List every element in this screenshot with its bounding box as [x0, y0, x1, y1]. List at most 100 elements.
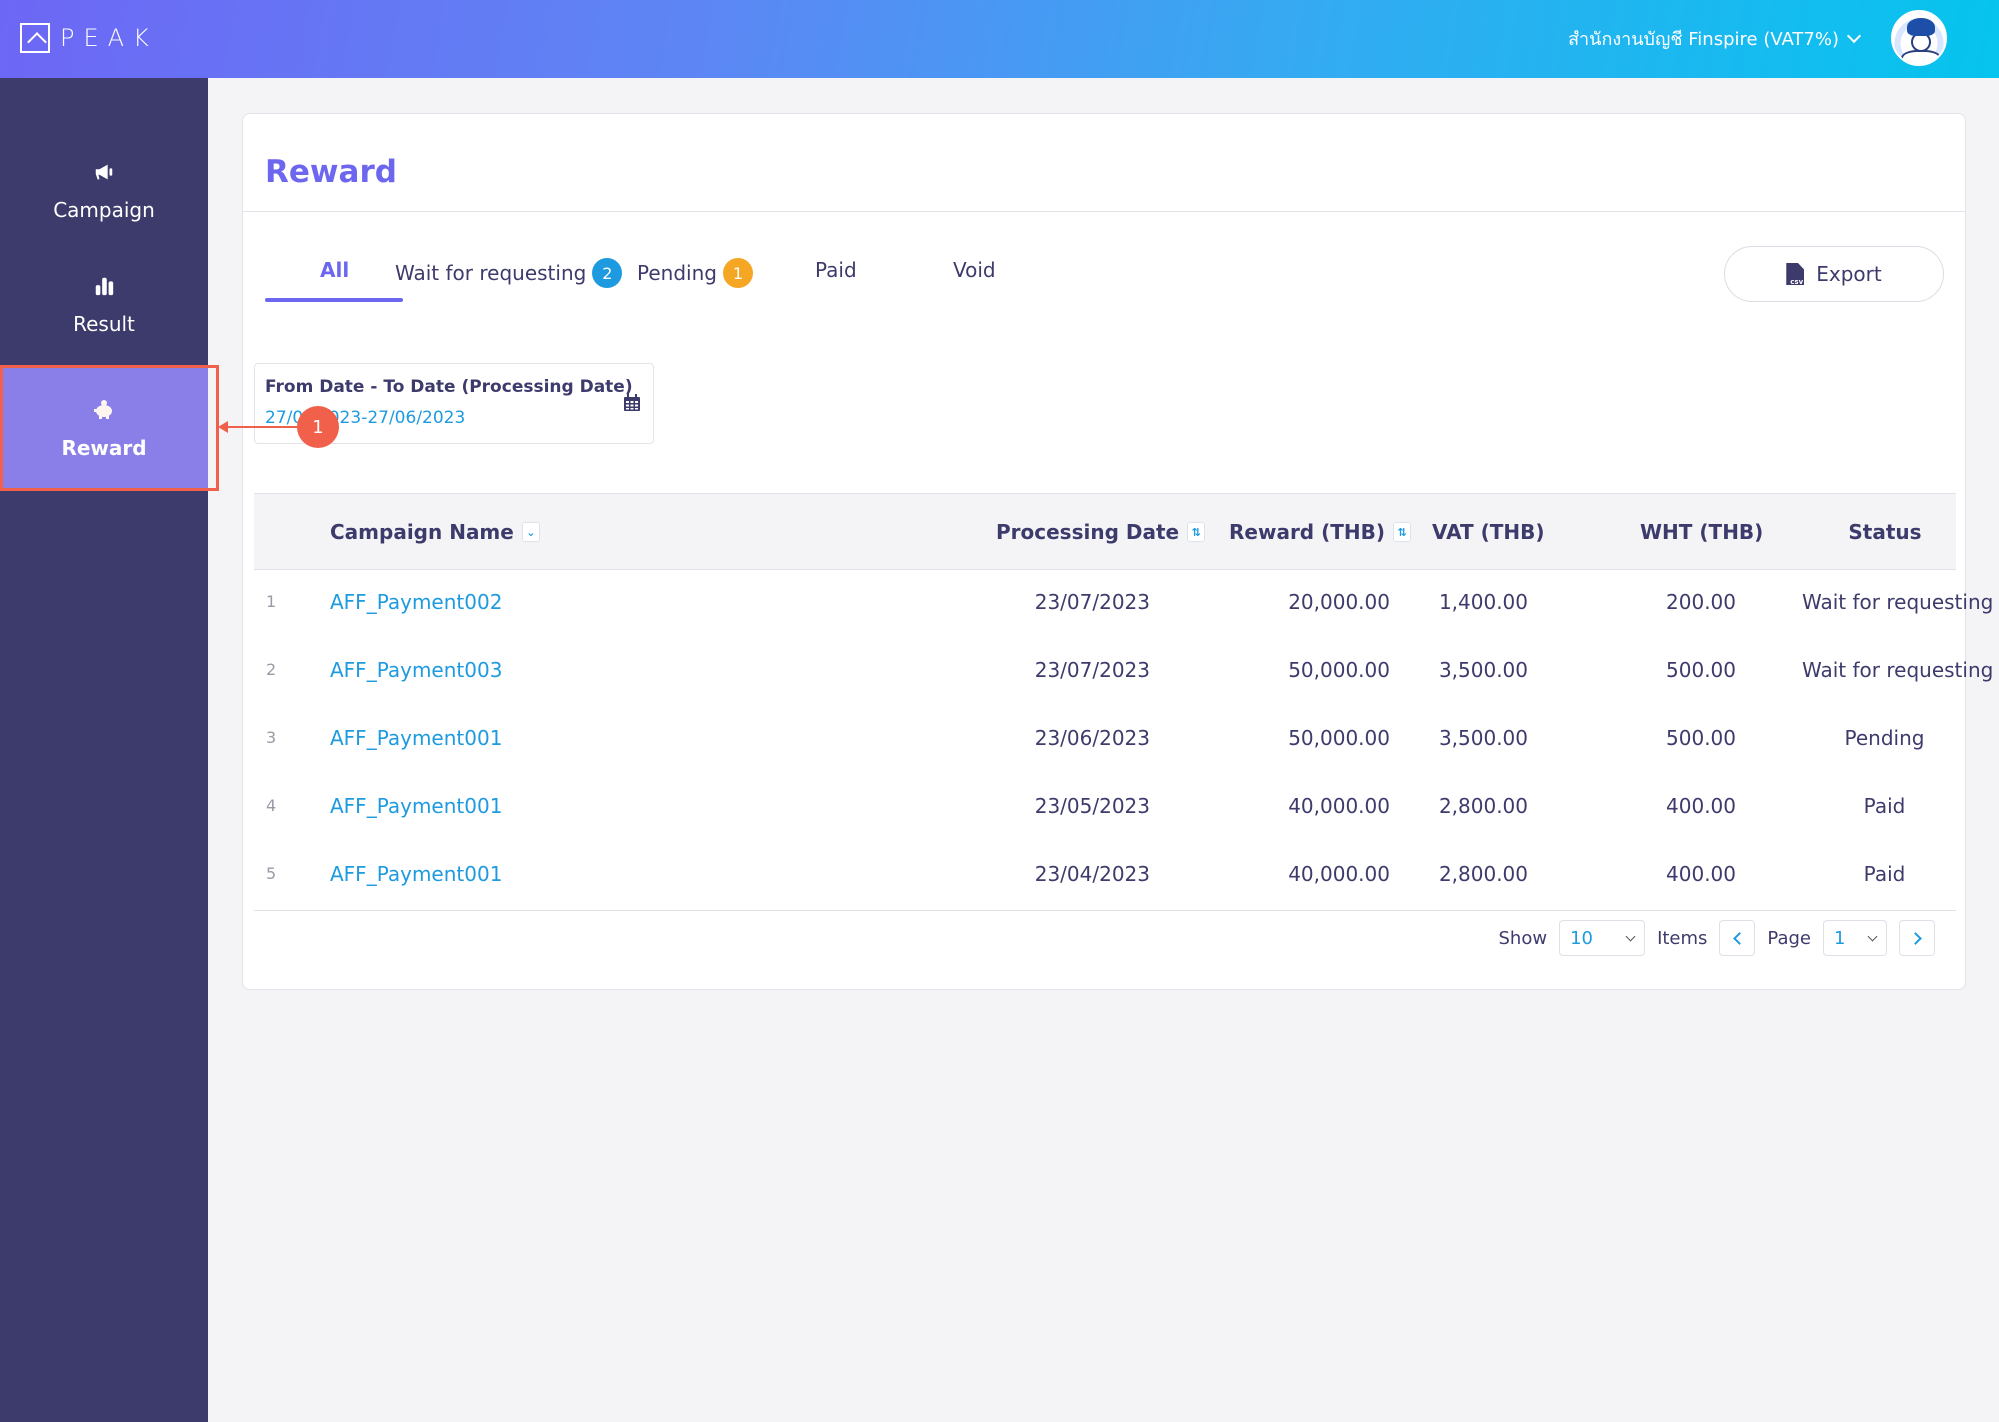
cell-reward: 50,000.00	[1288, 658, 1390, 682]
sidebar-item-result[interactable]: Result	[0, 274, 208, 364]
cell-no: 3	[266, 728, 277, 747]
sidebar: Campaign Result Reward	[0, 78, 208, 1422]
page-title: Reward	[265, 154, 397, 190]
column-reward: Reward (THB) ⇅	[1229, 520, 1411, 544]
cell-reward: 20,000.00	[1288, 590, 1390, 614]
column-label: WHT (THB)	[1640, 520, 1764, 544]
chevron-left-icon	[1733, 931, 1746, 945]
date-range-value: 27/0?/2023-27/06/2023	[265, 408, 466, 428]
tab-all[interactable]: All	[320, 258, 349, 282]
page-select[interactable]: 1	[1823, 920, 1887, 956]
sidebar-item-label: Result	[73, 312, 135, 336]
active-tab-indicator	[265, 298, 403, 302]
cell-vat: 3,500.00	[1438, 658, 1528, 682]
cell-date: 23/05/2023	[1034, 794, 1150, 818]
column-label: Status	[1848, 520, 1922, 544]
cell-date: 23/04/2023	[1034, 862, 1150, 886]
count-badge: 2	[592, 258, 623, 288]
logo-mark-icon	[20, 23, 50, 53]
cell-wht: 500.00	[1666, 658, 1736, 682]
table-row: 3 AFF_Payment001 23/06/2023 50,000.00 3,500.…	[254, 706, 1956, 774]
avatar-hair	[1907, 18, 1935, 36]
sidebar-item-label: Campaign	[53, 198, 155, 222]
column-label: Reward (THB)	[1229, 520, 1385, 544]
cell-date: 23/06/2023	[1034, 726, 1150, 750]
cell-no: 4	[266, 796, 277, 815]
cell-wht: 200.00	[1666, 590, 1736, 614]
cell-status: Pending	[1844, 726, 1925, 750]
tab-label: Wait for requesting	[395, 261, 587, 285]
csv-file-icon: csv	[1786, 263, 1805, 285]
column-status: Status	[1821, 520, 1949, 544]
cell-status: Wait for requesting	[1802, 658, 1994, 682]
top-bar: PEAK สำนักงานบัญชี Finspire (VAT7%)	[0, 0, 1999, 78]
cell-no: 2	[266, 660, 277, 679]
cell-wht: 400.00	[1666, 862, 1736, 886]
sidebar-item-reward[interactable]: Reward	[0, 368, 208, 489]
tab-wait-for-requesting[interactable]: Wait for requesting 2	[395, 258, 623, 288]
campaign-link[interactable]: AFF_Payment001	[330, 726, 502, 750]
tab-label: Void	[953, 258, 996, 282]
export-button[interactable]: csv Export	[1724, 246, 1944, 302]
table-row: 4 AFF_Payment001 23/05/2023 40,000.00 2,800.…	[254, 774, 1956, 842]
title-divider	[243, 211, 1965, 212]
peak-logo[interactable]: PEAK	[20, 23, 158, 53]
tab-pending[interactable]: Pending 1	[637, 258, 753, 288]
export-label: Export	[1816, 262, 1882, 286]
cell-vat: 2,800.00	[1438, 862, 1528, 886]
tab-label: All	[320, 258, 350, 282]
page-size-select[interactable]: 10	[1559, 920, 1646, 956]
table-row: 2 AFF_Payment003 23/07/2023 50,000.00 3,500.…	[254, 638, 1993, 706]
avatar-body	[1901, 50, 1941, 64]
campaign-link[interactable]: AFF_Payment002	[330, 590, 502, 614]
campaign-link[interactable]: AFF_Payment001	[330, 862, 502, 886]
column-campaign-name: Campaign Name ⌄	[330, 520, 540, 544]
cell-reward: 50,000.00	[1288, 726, 1390, 750]
pagination: Show 10 Items Page 1	[1498, 920, 1935, 956]
next-page-button[interactable]	[1899, 920, 1935, 956]
cell-vat: 3,500.00	[1438, 726, 1528, 750]
annotation-step-badge: 1	[297, 406, 339, 448]
cell-vat: 2,800.00	[1438, 794, 1528, 818]
table-bottom-divider	[254, 910, 1956, 911]
tab-void[interactable]: Void	[953, 258, 996, 282]
megaphone-icon	[95, 164, 113, 180]
tab-label: Paid	[815, 258, 857, 282]
cell-status: Paid	[1863, 862, 1906, 886]
page-label: Page	[1767, 927, 1811, 949]
sidebar-item-campaign[interactable]: Campaign	[0, 160, 208, 250]
table-header: Campaign Name ⌄ Processing Date ⇅ Reward…	[254, 493, 1956, 570]
cell-reward: 40,000.00	[1288, 862, 1390, 886]
sort-icon[interactable]: ⇅	[1393, 522, 1411, 542]
calendar-icon[interactable]	[623, 394, 641, 412]
tab-paid[interactable]: Paid	[815, 258, 857, 282]
cell-status: Wait for requesting	[1802, 590, 1994, 614]
campaign-link[interactable]: AFF_Payment001	[330, 794, 502, 818]
column-label: VAT (THB)	[1432, 520, 1545, 544]
chevron-down-icon	[1625, 931, 1636, 941]
show-label: Show	[1498, 927, 1548, 949]
date-filter-label: From Date - To Date (Processing Date)	[265, 377, 633, 397]
column-label: Campaign Name	[330, 520, 514, 544]
tab-label: Pending	[637, 261, 717, 285]
user-avatar[interactable]	[1891, 10, 1947, 66]
chevron-down-icon	[1867, 931, 1878, 941]
company-selector[interactable]: สำนักงานบัญชี Finspire (VAT7%)	[1568, 24, 1862, 53]
logo-text: PEAK	[60, 24, 158, 52]
column-processing-date: Processing Date ⇅	[996, 520, 1206, 544]
table-row: 5 AFF_Payment001 23/04/2023 40,000.00 2,800.…	[254, 842, 1956, 910]
page-size-value: 10	[1570, 927, 1593, 949]
chevron-right-icon	[1908, 931, 1922, 945]
bar-chart-icon	[95, 277, 114, 296]
cell-date: 23/07/2023	[1034, 590, 1150, 614]
sort-icon[interactable]: ⇅	[1187, 522, 1206, 542]
column-vat: VAT (THB)	[1432, 520, 1545, 544]
campaign-link[interactable]: AFF_Payment003	[330, 658, 502, 682]
filter-dropdown-icon[interactable]: ⌄	[521, 522, 540, 542]
cell-reward: 40,000.00	[1288, 794, 1390, 818]
reward-card: Reward All Wait for requesting 2 Pending…	[242, 113, 1994, 990]
column-wht: WHT (THB)	[1640, 520, 1763, 544]
cell-wht: 500.00	[1666, 726, 1736, 750]
chevron-down-icon	[1846, 28, 1862, 43]
prev-page-button[interactable]	[1719, 920, 1756, 956]
